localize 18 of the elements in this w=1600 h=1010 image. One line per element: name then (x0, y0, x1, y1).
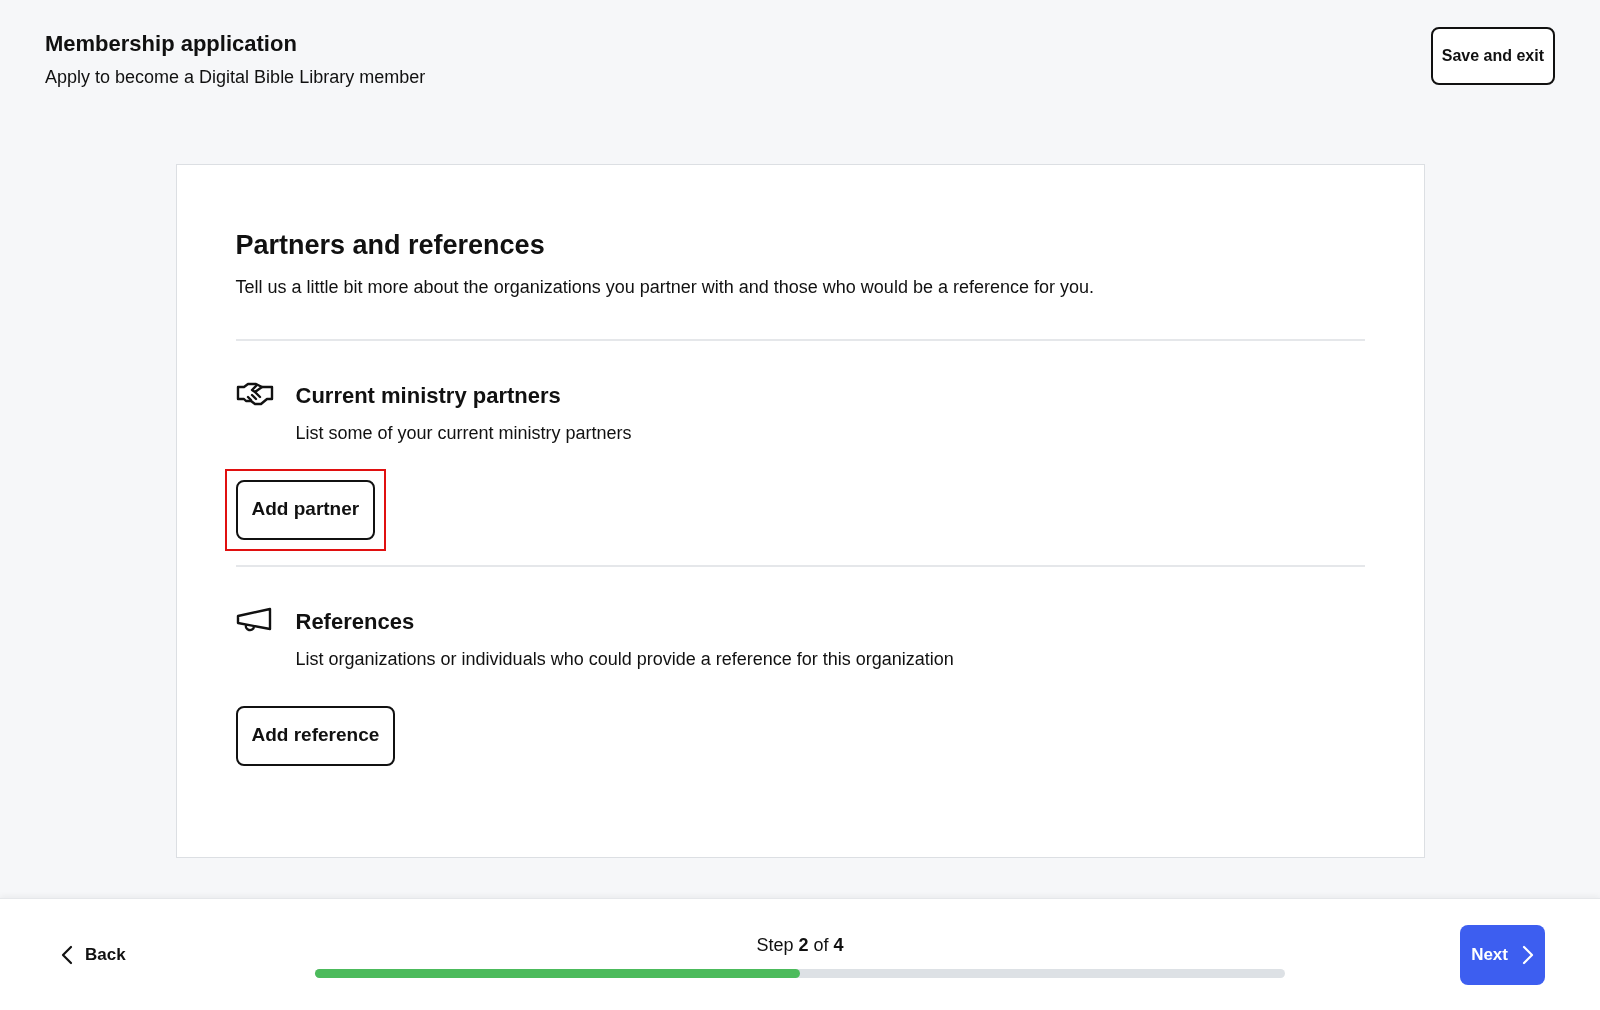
handshake-icon (235, 380, 274, 407)
megaphone-icon (235, 606, 274, 633)
save-and-exit-button[interactable]: Save and exit (1430, 27, 1555, 85)
chevron-right-icon (1522, 944, 1534, 965)
page-subtitle: Apply to become a Digital Bible Library member (45, 66, 426, 89)
back-button[interactable]: Back (55, 937, 132, 972)
section-description: List organizations or individuals who could provide a reference for this organization (295, 647, 954, 671)
add-button[interactable]: Add reference (235, 705, 396, 766)
chevron-left-icon (61, 944, 73, 965)
section-title: Current ministry partners (295, 381, 562, 410)
section-title: References (295, 607, 416, 636)
add-button[interactable]: Add partner (235, 479, 376, 540)
section-description: List some of your current ministry partners (295, 421, 632, 445)
card-description: Tell us a little bit more about the organizations you partner with and those who would be a reference for you. (235, 275, 1095, 299)
step-indicator: Step 2 of 4 (756, 933, 844, 957)
next-button[interactable]: Next (1460, 924, 1545, 985)
card-title: Partners and references (235, 229, 546, 262)
page-title: Membership application (45, 30, 298, 58)
